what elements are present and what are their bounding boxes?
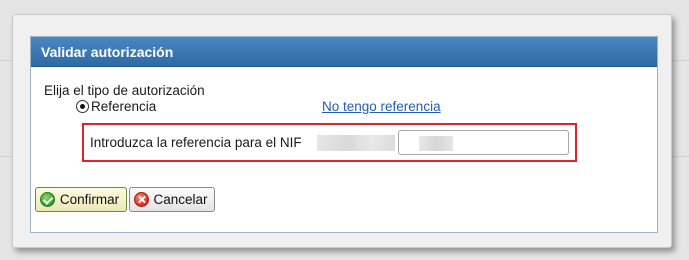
confirm-button[interactable]: Confirmar: [35, 187, 127, 212]
nif-value-redacted: [317, 135, 395, 151]
radio-selected-dot: [80, 104, 85, 109]
confirm-button-label: Confirmar: [59, 192, 120, 207]
authorization-type-prompt: Elija el tipo de autorización: [44, 83, 205, 98]
reference-input[interactable]: [398, 130, 569, 155]
cancel-button-label: Cancelar: [153, 192, 208, 207]
cancel-circle-icon: [134, 192, 149, 207]
dialog-header: Validar autorización: [31, 37, 657, 67]
dialog-title: Validar autorización: [41, 44, 174, 60]
validate-authorization-dialog: Validar autorización Elija el tipo de au…: [30, 36, 658, 233]
nif-reference-highlight: Introduzca la referencia para el NIF: [82, 123, 577, 162]
reference-radio[interactable]: [76, 100, 89, 113]
check-circle-icon: [40, 192, 55, 207]
cancel-button[interactable]: Cancelar: [129, 187, 215, 212]
no-reference-link[interactable]: No tengo referencia: [322, 99, 441, 114]
reference-value-redacted: [419, 136, 453, 151]
reference-radio-label[interactable]: Referencia: [91, 99, 156, 114]
nif-reference-label: Introduzca la referencia para el NIF: [90, 135, 302, 150]
